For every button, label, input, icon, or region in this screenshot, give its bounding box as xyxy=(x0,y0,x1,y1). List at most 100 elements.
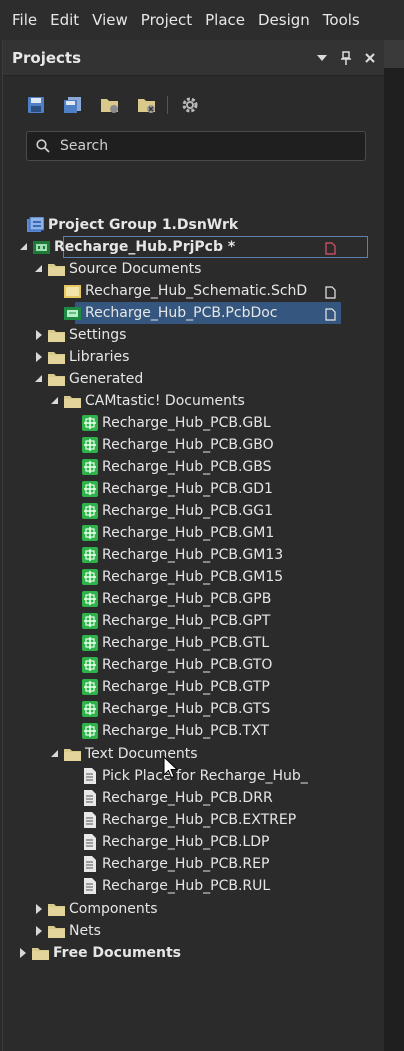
collapsed-arrow-icon[interactable] xyxy=(34,352,44,362)
menu-edit[interactable]: Edit xyxy=(50,11,79,29)
text-file-icon xyxy=(81,878,98,894)
tree-item-cam-file[interactable]: Recharge_Hub_PCB.GPB xyxy=(67,588,274,610)
tree-item-cam-file[interactable]: Recharge_Hub_PCB.GTL xyxy=(67,632,272,654)
tree-item-cam-file[interactable]: Recharge_Hub_PCB.GTO xyxy=(67,654,275,676)
cam-file-icon xyxy=(81,415,98,431)
tree-item-text-file[interactable]: Recharge_Hub_PCB.REP xyxy=(67,853,272,875)
cam-file-icon xyxy=(81,657,98,673)
tree-item-label: Recharge_Hub_PCB.TXT xyxy=(102,723,269,739)
tree-item-pcb[interactable]: Recharge_Hub_PCB.PcbDoc xyxy=(50,302,281,324)
tree-item-cam-file[interactable]: Recharge_Hub_PCB.TXT xyxy=(67,720,272,742)
project-options-icon[interactable] xyxy=(99,94,121,116)
tree-item-cam-file[interactable]: Recharge_Hub_PCB.GG1 xyxy=(67,500,276,522)
tree-item-label: Recharge_Hub_PCB.RUL xyxy=(102,878,271,894)
collapsed-arrow-icon[interactable] xyxy=(34,926,44,936)
folder-icon xyxy=(48,328,65,343)
close-icon[interactable] xyxy=(361,49,379,67)
tree-item-label: Recharge_Hub_PCB.LDP xyxy=(102,834,270,850)
pin-icon[interactable] xyxy=(337,49,355,67)
tree-item-cam-file[interactable]: Recharge_Hub_PCB.GBO xyxy=(67,434,277,456)
projects-panel: Projects Search Project Group 1.DsnWrk R… xyxy=(2,40,385,1051)
menu-bar: File Edit View Project Place Design Tool… xyxy=(0,0,404,40)
expanded-arrow-icon[interactable] xyxy=(34,264,44,274)
tree-item-cam-file[interactable]: Recharge_Hub_PCB.GM1 xyxy=(67,522,277,544)
expanded-arrow-icon[interactable] xyxy=(50,749,60,759)
tree-item-label: Recharge_Hub_PCB.GBL xyxy=(102,415,271,431)
tree-item-cam-file[interactable]: Recharge_Hub_PCB.GTS xyxy=(67,698,273,720)
close-project-icon[interactable] xyxy=(136,94,158,116)
schematic-doc-icon xyxy=(64,284,81,299)
menu-place[interactable]: Place xyxy=(205,11,245,29)
settings-gear-icon[interactable] xyxy=(179,94,201,116)
tree-item-libraries[interactable]: Libraries xyxy=(34,346,132,368)
tree-item-cam-file[interactable]: Recharge_Hub_PCB.GM15 xyxy=(67,566,286,588)
menu-project[interactable]: Project xyxy=(141,11,192,29)
tree-item-cam-file[interactable]: Recharge_Hub_PCB.GBL xyxy=(67,412,274,434)
tree-item-components[interactable]: Components xyxy=(34,898,161,920)
collapsed-arrow-icon[interactable] xyxy=(18,948,28,958)
tree-item-cam-file[interactable]: Recharge_Hub_PCB.GD1 xyxy=(67,478,276,500)
tree-item-label: Source Documents xyxy=(69,261,202,277)
text-file-icon xyxy=(81,768,98,784)
tree-item-schematic[interactable]: Recharge_Hub_Schematic.SchD xyxy=(50,280,310,302)
tree-item-cam-file[interactable]: Recharge_Hub_PCB.GTP xyxy=(67,676,273,698)
document-status-icon xyxy=(325,284,336,303)
tree-item-text-file[interactable]: Recharge_Hub_PCB.DRR xyxy=(67,787,276,809)
tree-item-source-documents[interactable]: Source Documents xyxy=(34,258,204,280)
tree-item-text-file[interactable]: Recharge_Hub_PCB.EXTREP xyxy=(67,809,299,831)
tree-item-label: Recharge_Hub_PCB.GTP xyxy=(102,679,270,695)
tree-item-label: Recharge_Hub_PCB.GM15 xyxy=(102,569,284,585)
tree-item-label: Recharge_Hub_PCB.GBS xyxy=(102,459,272,475)
tree-item-cam-file[interactable]: Recharge_Hub_PCB.GM13 xyxy=(67,544,286,566)
tree-item-label: Settings xyxy=(69,327,127,343)
tree-item-text-file[interactable]: Recharge_Hub_PCB.LDP xyxy=(67,831,272,853)
menu-view[interactable]: View xyxy=(92,11,128,29)
tree-item-settings[interactable]: Settings xyxy=(34,324,129,346)
menu-file[interactable]: File xyxy=(12,11,37,29)
tree-item-label: Nets xyxy=(69,923,101,939)
pcb-project-icon xyxy=(33,240,50,255)
tree-item-camtastic[interactable]: CAMtastic! Documents xyxy=(50,390,248,412)
tree-item-cam-file[interactable]: Recharge_Hub_PCB.GPT xyxy=(67,610,273,632)
expanded-arrow-icon[interactable] xyxy=(34,374,44,384)
expanded-arrow-icon[interactable] xyxy=(19,242,29,252)
mouse-cursor-icon xyxy=(163,755,179,784)
tree-item-label: Project Group 1.DsnWrk xyxy=(48,217,239,233)
tree-item-generated[interactable]: Generated xyxy=(34,368,146,390)
save-all-icon[interactable] xyxy=(62,94,84,116)
folder-icon xyxy=(48,372,65,387)
tree-item-cam-file[interactable]: Recharge_Hub_PCB.GBS xyxy=(67,456,275,478)
tree-item-text-file[interactable]: Pick Place for Recharge_Hub_ xyxy=(67,765,311,787)
panel-toolbar xyxy=(25,93,216,117)
save-icon[interactable] xyxy=(25,94,47,116)
tree-item-project[interactable]: Recharge_Hub.PrjPcb * xyxy=(19,236,238,258)
tree-item-free-documents[interactable]: Free Documents xyxy=(18,942,184,964)
cam-file-icon xyxy=(81,723,98,739)
dropdown-arrow-icon[interactable] xyxy=(313,49,331,67)
collapsed-arrow-icon[interactable] xyxy=(34,330,44,340)
collapsed-arrow-icon[interactable] xyxy=(34,904,44,914)
tree-item-project-group[interactable]: Project Group 1.DsnWrk xyxy=(13,214,241,236)
tree-item-label: Text Documents xyxy=(85,746,198,762)
tree-item-text-file[interactable]: Recharge_Hub_PCB.RUL xyxy=(67,875,273,897)
tree-item-label: Recharge_Hub_Schematic.SchD xyxy=(85,283,308,299)
toolbar-separator xyxy=(167,96,168,114)
search-box[interactable] xyxy=(26,131,366,161)
expanded-arrow-icon[interactable] xyxy=(50,396,60,406)
menu-tools[interactable]: Tools xyxy=(323,11,360,29)
tree-item-nets[interactable]: Nets xyxy=(34,920,104,942)
side-strip xyxy=(384,40,404,1051)
search-input[interactable] xyxy=(58,137,352,155)
menu-design[interactable]: Design xyxy=(258,11,310,29)
